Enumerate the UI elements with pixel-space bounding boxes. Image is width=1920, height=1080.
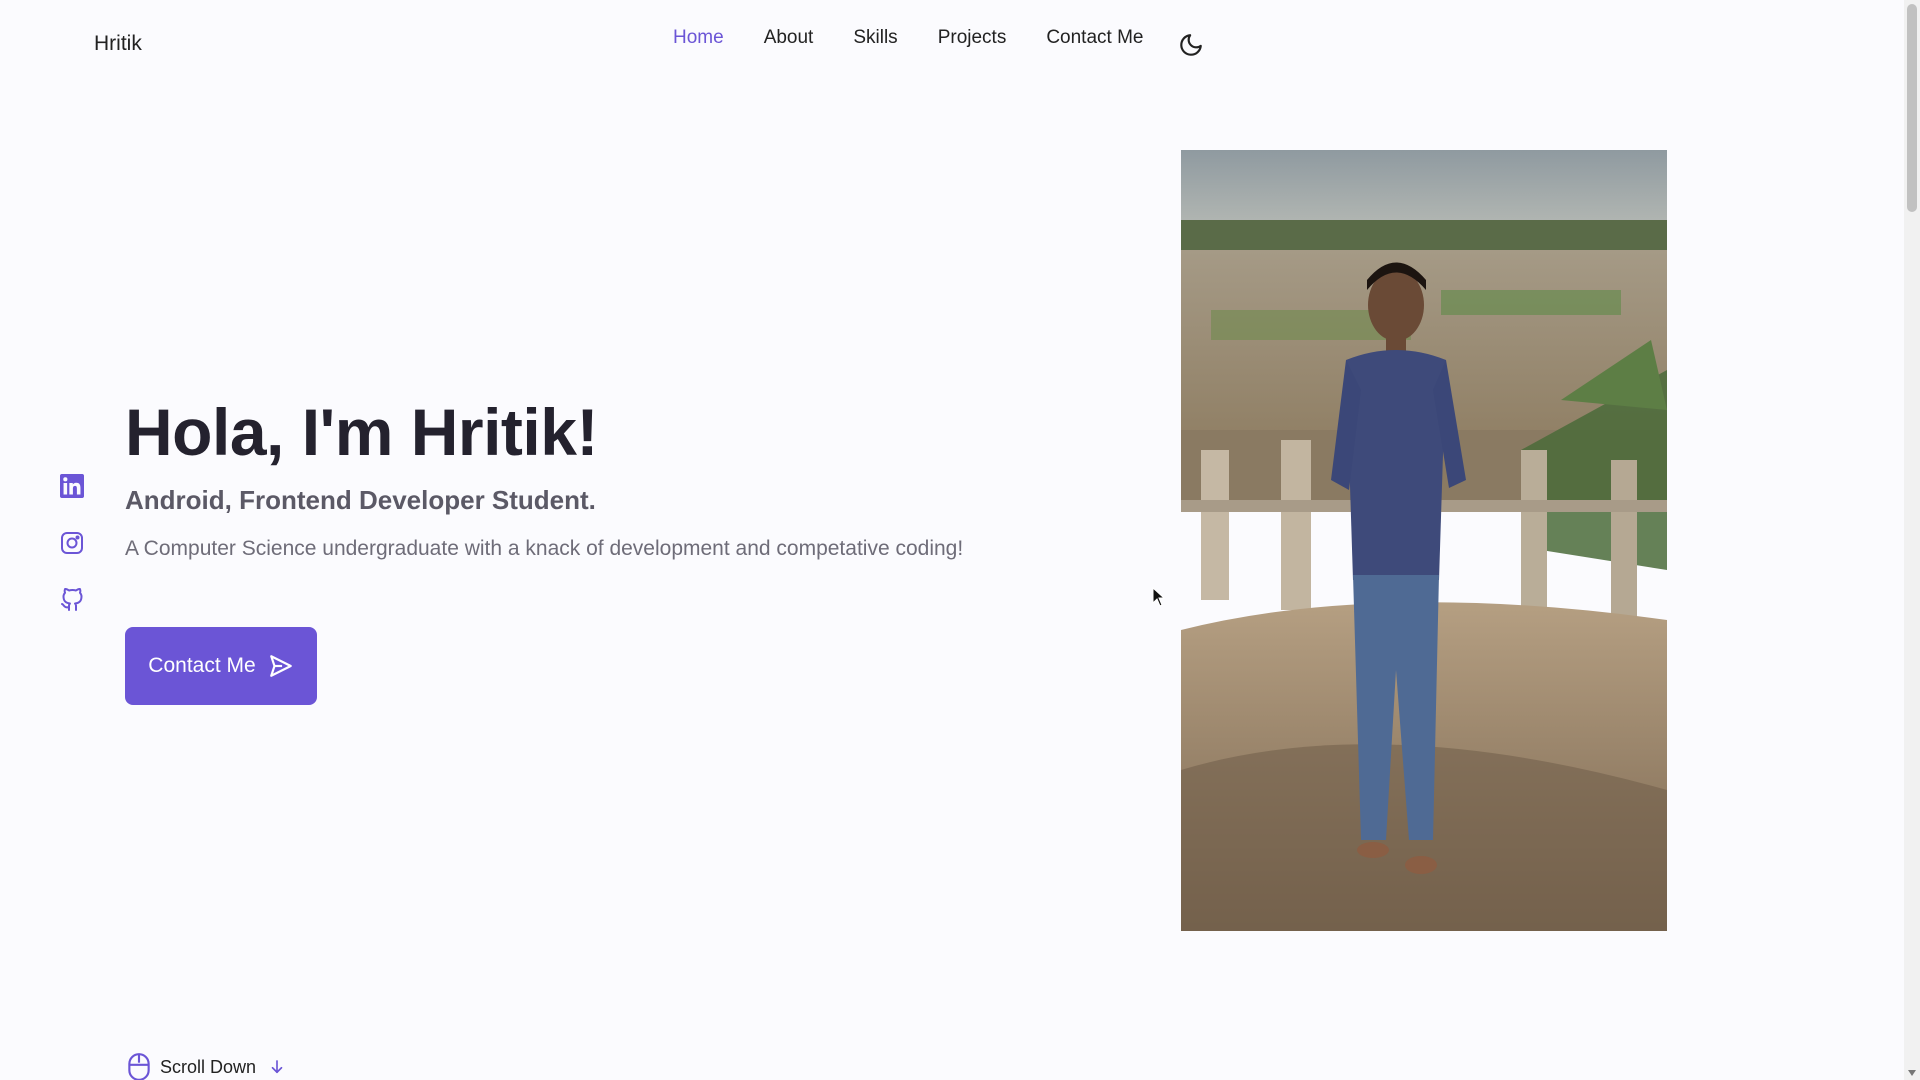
scrollbar-thumb[interactable]: [1907, 4, 1917, 212]
contact-me-label: Contact Me: [148, 654, 256, 677]
instagram-icon[interactable]: [60, 531, 84, 555]
scroll-down-link[interactable]: Scroll Down: [126, 1052, 286, 1080]
arrow-down-icon: [271, 1060, 283, 1074]
hero-text: Hola, I'm Hritik! Android, Frontend Deve…: [125, 392, 1005, 564]
linkedin-icon[interactable]: [60, 474, 84, 498]
mouse-icon: [128, 1053, 150, 1080]
main-nav: Home About Skills Projects Contact Me: [673, 26, 1143, 50]
scroll-down-arrow-icon[interactable]: [1908, 1070, 1916, 1076]
page: Hritik Home About Skills Projects Contac…: [0, 0, 1920, 1080]
header: Hritik Home About Skills Projects Contac…: [0, 0, 1904, 90]
profile-photo: [1181, 150, 1667, 931]
page-scrollbar[interactable]: [1904, 0, 1920, 1080]
send-icon: [269, 655, 292, 677]
github-icon[interactable]: [60, 587, 84, 612]
nav-contact[interactable]: Contact Me: [1046, 26, 1143, 50]
contact-me-button[interactable]: Contact Me: [125, 627, 317, 705]
nav-projects[interactable]: Projects: [938, 26, 1007, 50]
nav-about[interactable]: About: [764, 26, 814, 50]
social-links: [60, 474, 84, 612]
nav-skills[interactable]: Skills: [853, 26, 897, 50]
hero-title: Hola, I'm Hritik!: [125, 395, 598, 469]
logo[interactable]: Hritik: [94, 32, 142, 56]
hero-description: A Computer Science undergraduate with a …: [125, 537, 964, 560]
scroll-down-label: Scroll Down: [160, 1056, 257, 1077]
nav-home[interactable]: Home: [673, 26, 724, 50]
hero-subtitle: Android, Frontend Developer Student.: [125, 485, 596, 515]
moon-icon[interactable]: [1178, 32, 1204, 58]
mouse-cursor-icon: [1152, 587, 1166, 607]
